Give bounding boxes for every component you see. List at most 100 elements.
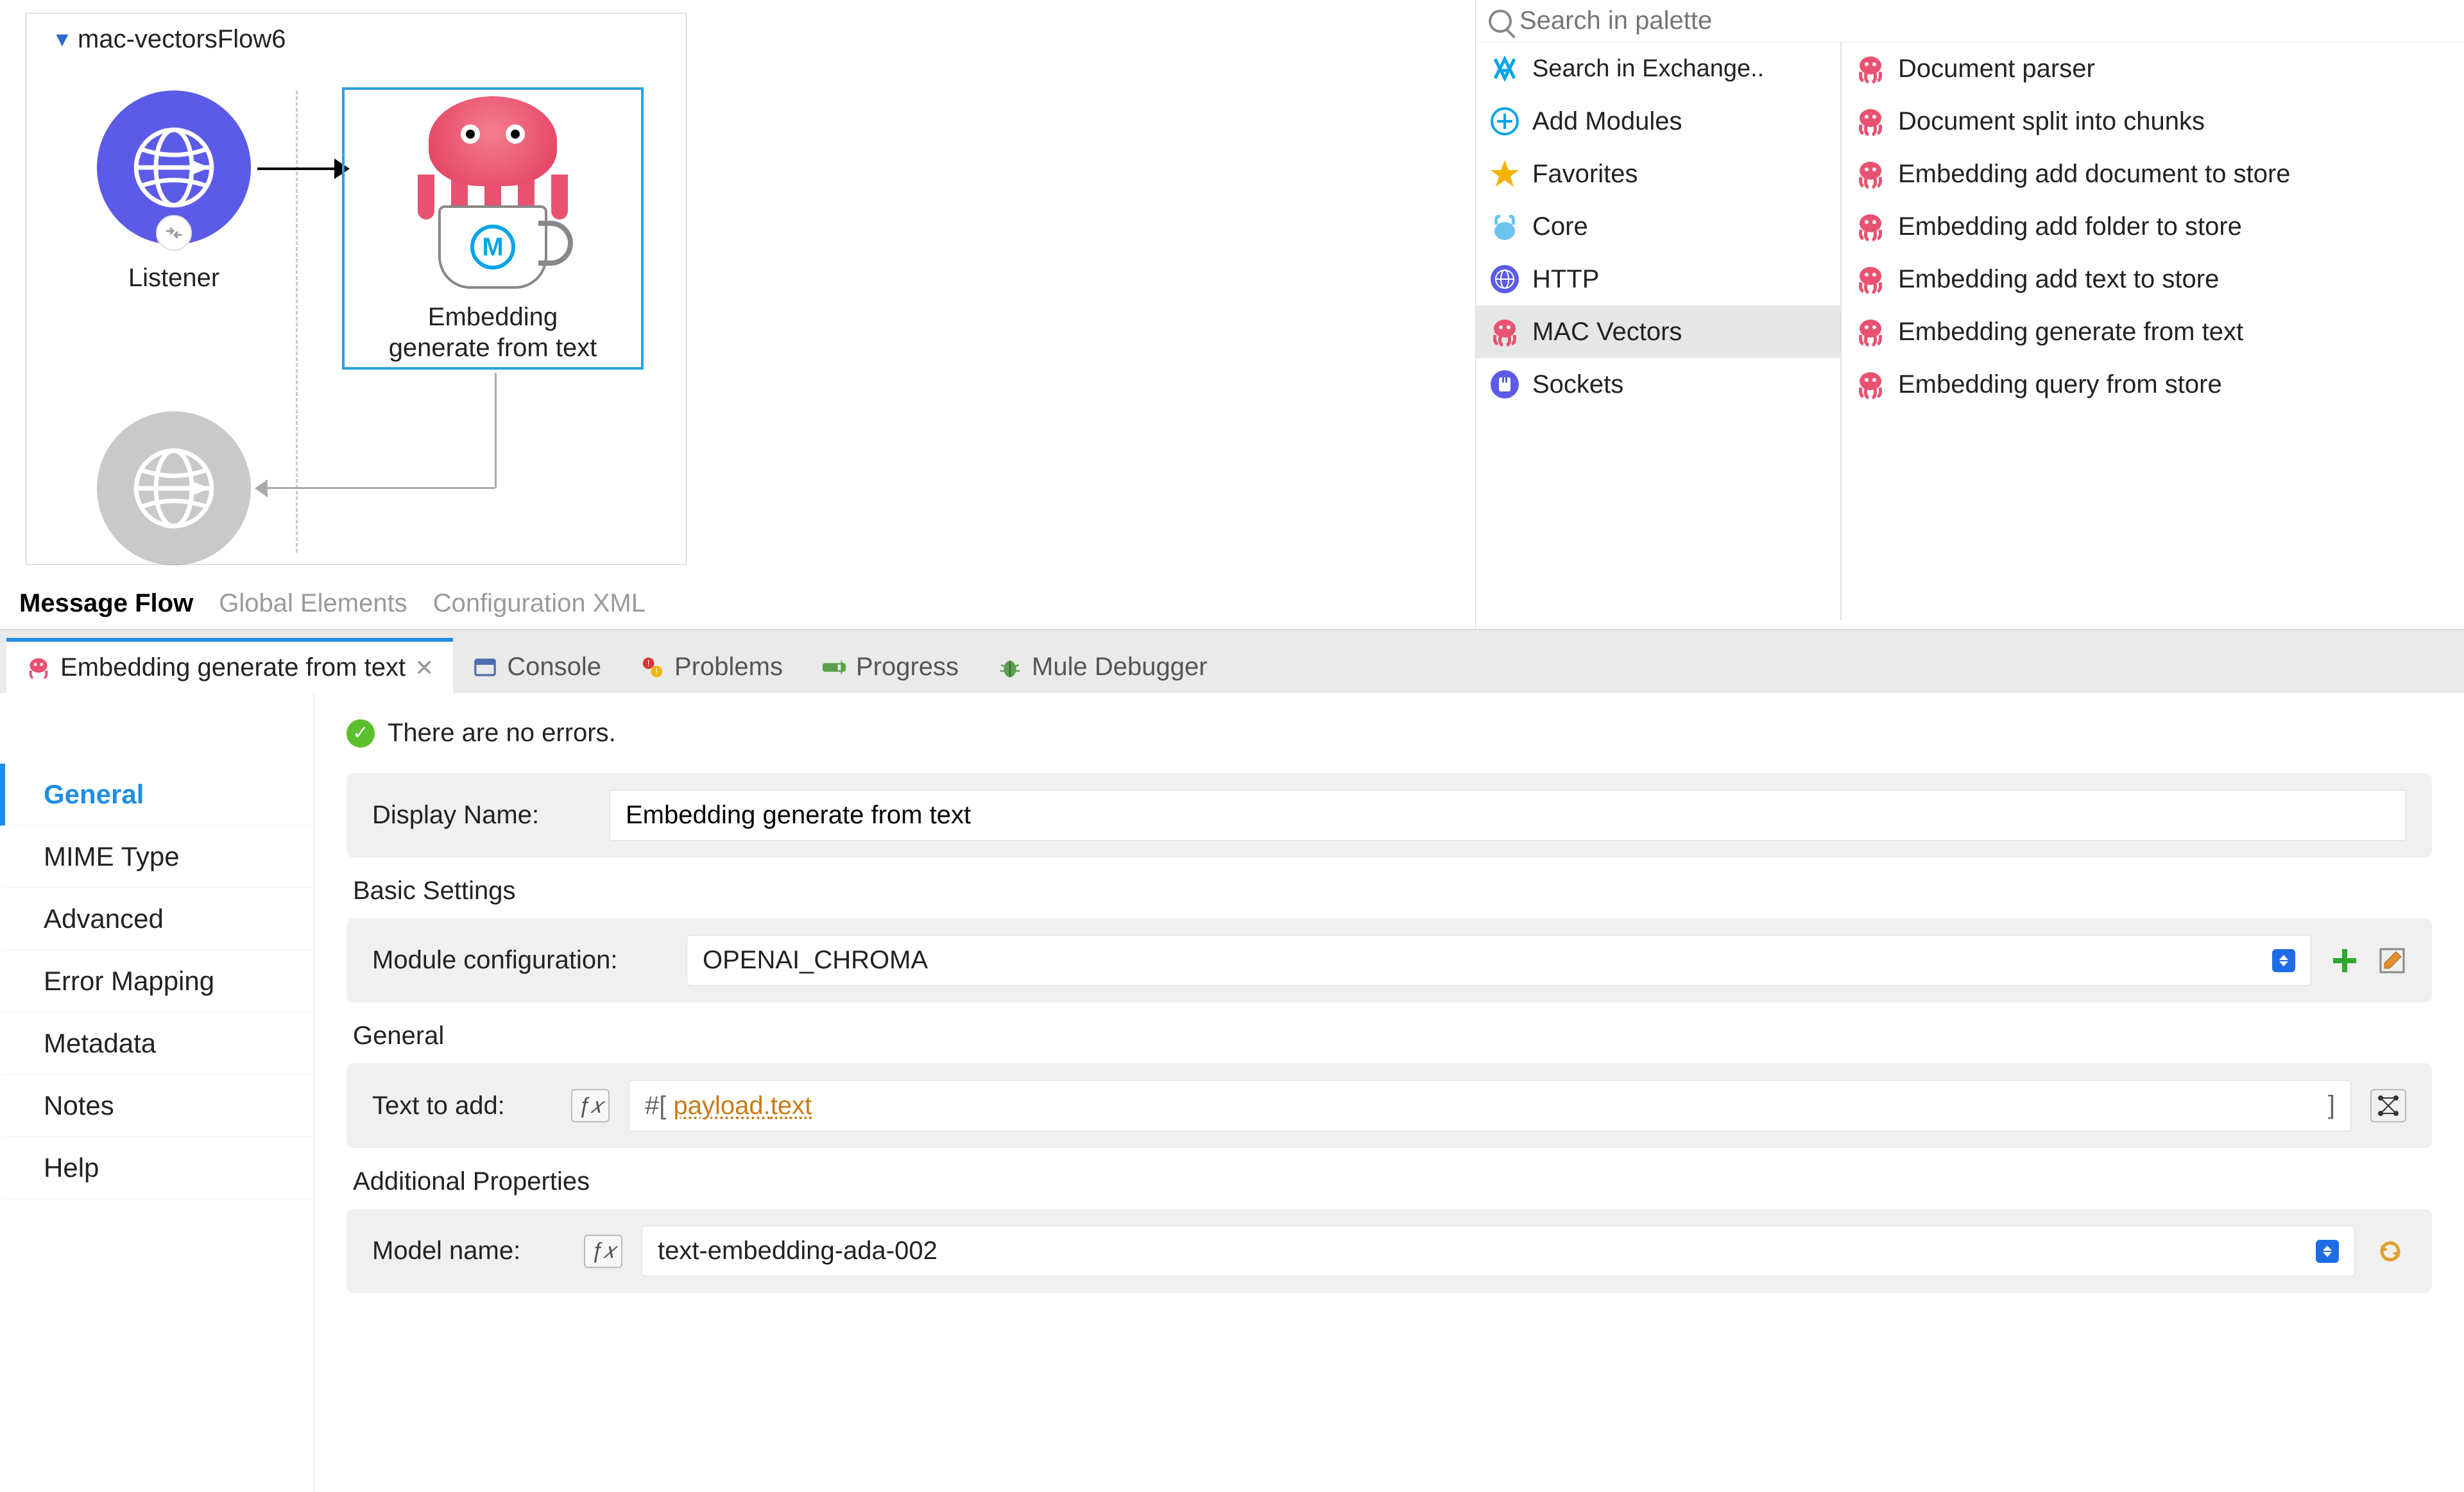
status-text: There are no errors.: [388, 719, 616, 748]
palette-search[interactable]: [1476, 0, 2464, 42]
palette-item-label: Favorites: [1532, 160, 1638, 189]
embedding-label-line1: Embedding: [389, 302, 597, 332]
listener-badge-icon: [156, 215, 192, 251]
tab-progress[interactable]: Progress: [802, 641, 978, 693]
tab-global-elements[interactable]: Global Elements: [219, 589, 407, 618]
palette-operations: Document parser Document split into chun…: [1842, 42, 2464, 620]
ghost-circle-icon: [97, 411, 251, 565]
tab-label: Embedding generate from text: [60, 653, 406, 682]
module-config-label: Module configuration:: [372, 946, 667, 975]
sidebar-metadata[interactable]: Metadata: [0, 1013, 314, 1075]
mug-icon: M: [438, 205, 547, 289]
console-icon: [472, 655, 498, 680]
flow-title: mac-vectorsFlow6: [78, 25, 286, 54]
bug-icon: [997, 655, 1023, 680]
select-arrows-icon: [2316, 1240, 2339, 1263]
fx-toggle-button[interactable]: ƒ𝑥: [584, 1235, 622, 1268]
problems-icon: !!: [640, 655, 665, 680]
op-embedding-query[interactable]: Embedding query from store: [1842, 358, 2464, 411]
embedding-label-line2: generate from text: [389, 332, 597, 363]
refresh-button[interactable]: [2374, 1235, 2406, 1267]
display-name-row: Display Name:: [346, 773, 2432, 857]
embedding-node[interactable]: M Embedding generate from text: [342, 87, 644, 370]
palette-http[interactable]: HTTP: [1476, 253, 1840, 305]
op-label: Embedding query from store: [1898, 370, 2222, 399]
text-to-add-input[interactable]: #[ payload.text ]: [629, 1080, 2351, 1131]
palette-mac-vectors[interactable]: MAC Vectors: [1476, 305, 1840, 358]
text-to-add-label: Text to add:: [372, 1092, 552, 1120]
embedding-label: Embedding generate from text: [389, 302, 597, 363]
additional-props-title: Additional Properties: [353, 1167, 2432, 1196]
display-name-input[interactable]: [610, 790, 2406, 841]
error-connector-horizontal: [264, 487, 495, 489]
socket-icon: [1489, 368, 1521, 400]
globe-icon: [129, 123, 219, 212]
listener-circle-icon: [97, 90, 251, 244]
op-embedding-add-text[interactable]: Embedding add text to store: [1842, 253, 2464, 305]
close-icon[interactable]: ✕: [415, 655, 434, 682]
palette-item-label: Add Modules: [1532, 107, 1682, 136]
palette-search-input[interactable]: [1519, 6, 2451, 35]
model-name-row: Model name: ƒ𝑥 text-embedding-ada-002: [346, 1209, 2432, 1293]
tab-label: Mule Debugger: [1032, 653, 1208, 682]
octopus-icon: [26, 655, 51, 681]
palette-search-exchange[interactable]: Search in Exchange..: [1476, 42, 1840, 95]
sidebar-error-mapping[interactable]: Error Mapping: [0, 950, 314, 1013]
tab-console[interactable]: Console: [453, 641, 620, 693]
expr-text: text: [771, 1092, 812, 1120]
sidebar-notes[interactable]: Notes: [0, 1075, 314, 1137]
palette-item-label: HTTP: [1532, 265, 1599, 294]
octopus-icon: [1854, 368, 1887, 400]
dataweave-map-button[interactable]: [2370, 1089, 2406, 1122]
error-handler-node[interactable]: [90, 411, 257, 565]
edit-config-button[interactable]: [2378, 947, 2406, 975]
tab-problems[interactable]: !! Problems: [620, 641, 802, 693]
tab-configuration-xml[interactable]: Configuration XML: [433, 589, 646, 618]
op-embedding-add-doc[interactable]: Embedding add document to store: [1842, 148, 2464, 200]
op-label: Document parser: [1898, 55, 2095, 83]
sidebar-advanced[interactable]: Advanced: [0, 888, 314, 950]
sidebar-help[interactable]: Help: [0, 1137, 314, 1199]
model-name-label: Model name:: [372, 1237, 565, 1265]
display-name-label: Display Name:: [372, 801, 590, 830]
op-embedding-add-folder[interactable]: Embedding add folder to store: [1842, 200, 2464, 253]
palette-favorites[interactable]: Favorites: [1476, 148, 1840, 200]
svg-text:!: !: [647, 658, 650, 669]
palette-sockets[interactable]: Sockets: [1476, 358, 1840, 411]
model-name-select[interactable]: text-embedding-ada-002: [642, 1226, 2355, 1276]
progress-icon: [821, 655, 847, 680]
op-label: Document split into chunks: [1898, 107, 2205, 136]
expr-suffix: ]: [2328, 1091, 2335, 1120]
octopus-icon: [1854, 210, 1887, 243]
palette-item-label: Sockets: [1532, 370, 1623, 399]
op-embedding-generate[interactable]: Embedding generate from text: [1842, 305, 2464, 358]
flow-container: ▼ mac-vectorsFlow6: [26, 13, 687, 565]
listener-node[interactable]: Listener: [90, 90, 257, 293]
sidebar-mime-type[interactable]: MIME Type: [0, 826, 314, 888]
status-row: ✓ There are no errors.: [346, 719, 2432, 748]
svg-text:!: !: [655, 667, 658, 677]
op-document-split[interactable]: Document split into chunks: [1842, 95, 2464, 148]
fx-toggle-button[interactable]: ƒ𝑥: [571, 1089, 610, 1122]
palette-core[interactable]: Core: [1476, 200, 1840, 253]
palette-categories: Search in Exchange.. Add Modules Favorit…: [1476, 42, 1842, 620]
flow-collapse-icon[interactable]: ▼: [52, 28, 73, 51]
tab-label: Problems: [674, 653, 783, 682]
flow-canvas[interactable]: ▼ mac-vectorsFlow6: [0, 0, 1476, 629]
op-label: Embedding add document to store: [1898, 160, 2291, 189]
tab-mule-debugger[interactable]: Mule Debugger: [978, 641, 1227, 693]
module-config-select[interactable]: OPENAI_CHROMA: [687, 935, 2311, 986]
tab-message-flow[interactable]: Message Flow: [19, 589, 193, 618]
add-config-button[interactable]: [2331, 947, 2359, 975]
palette-add-modules[interactable]: Add Modules: [1476, 95, 1840, 148]
tab-embedding-properties[interactable]: Embedding generate from text ✕: [6, 638, 453, 694]
op-document-parser[interactable]: Document parser: [1842, 42, 2464, 95]
select-arrows-icon: [2272, 949, 2295, 972]
tab-label: Console: [507, 653, 601, 682]
properties-form: ✓ There are no errors. Display Name: Bas…: [314, 693, 2464, 1492]
op-label: Embedding add folder to store: [1898, 212, 2242, 241]
properties-sidebar: General MIME Type Advanced Error Mapping…: [0, 693, 314, 1492]
sidebar-general[interactable]: General: [0, 764, 314, 826]
octopus-icon: [1854, 105, 1887, 137]
octopus-icon: [1489, 316, 1521, 348]
